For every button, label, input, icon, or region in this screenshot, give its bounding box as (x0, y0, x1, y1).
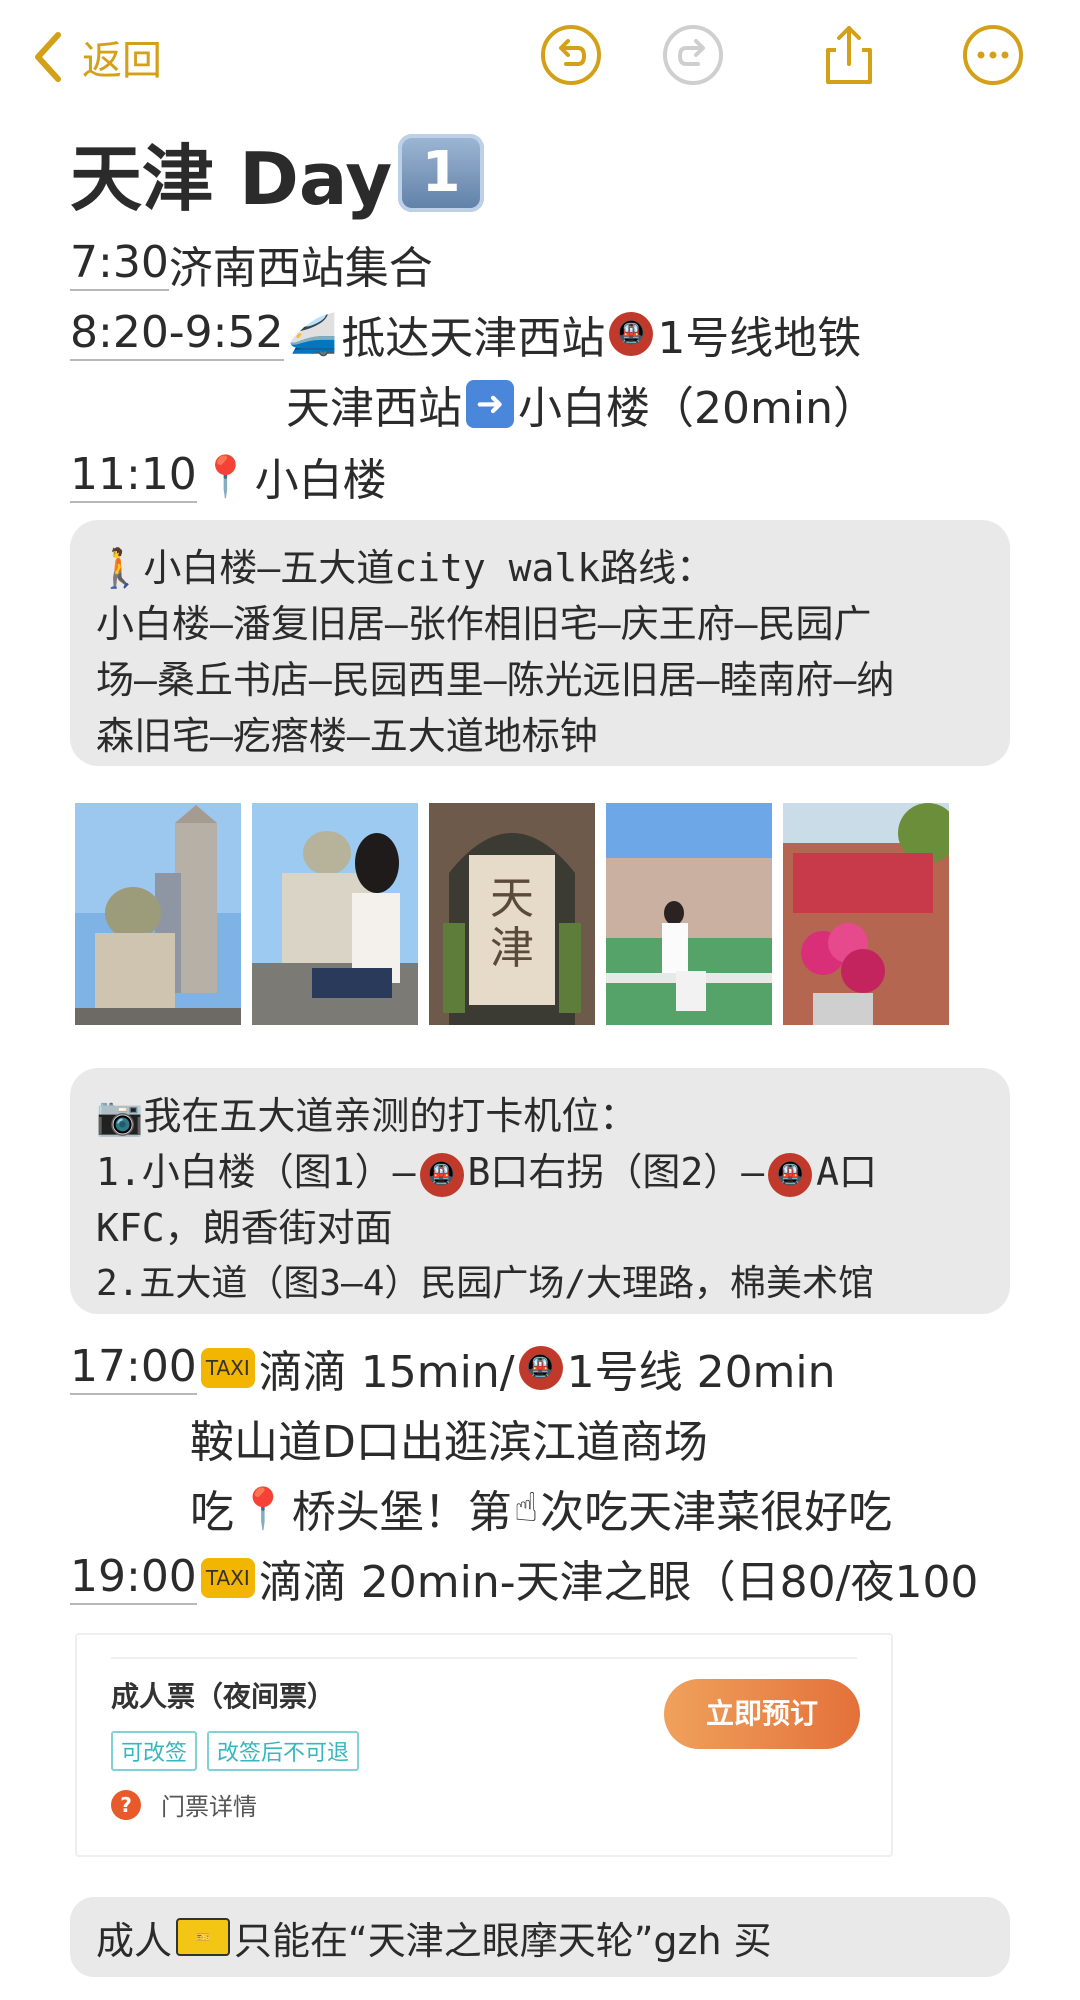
note-title[interactable]: 天津 Day 1 (70, 120, 485, 225)
share-button[interactable] (816, 22, 882, 88)
line-text: 济南西站集合 (168, 243, 433, 294)
metro-icon: 🚇 (768, 1152, 813, 1197)
time-link[interactable]: 19:00 (70, 1551, 197, 1605)
photo-3[interactable]: 天 津 (429, 803, 595, 1025)
walk-route-row: 场–桑丘书店–民园西里–陈光远旧居–睦南府–纳 (96, 658, 895, 702)
divider (111, 1657, 857, 1659)
time-link[interactable]: 17:00 (70, 1341, 197, 1395)
line-text: 小白楼（20min） (518, 383, 877, 434)
note-bottom-block[interactable]: 成人 🎫 只能在“天津之眼摩天轮”gzh 买 (70, 1897, 1010, 1977)
redo-button[interactable] (660, 22, 726, 88)
walk-route-row: 森旧宅–疙瘩楼–五大道地标钟 (96, 714, 598, 758)
metro-icon: 🚇 (518, 1346, 563, 1390)
svg-text:津: 津 (490, 923, 534, 974)
bullet-train-icon: 🚄 (287, 311, 338, 358)
line-text: 天津西站 (286, 383, 462, 434)
metro-icon: 🚇 (609, 312, 654, 356)
more-icon (963, 25, 1023, 85)
line-text: 滴滴 20min-天津之眼（日80/夜100 (258, 1557, 979, 1608)
pill-text: 成人 (96, 1918, 173, 1963)
photo-strip: 天 津 (75, 803, 951, 1025)
svg-text:天: 天 (490, 873, 534, 924)
pill-text: 只能在“天津之眼摩天轮”gzh 买 (234, 1918, 772, 1963)
back-button[interactable]: 返回 (28, 22, 162, 92)
taxi-icon: TAXI (200, 1348, 255, 1388)
photo-5[interactable] (783, 803, 949, 1025)
photo-1[interactable] (75, 803, 241, 1025)
photo-spots-row: KFC，朗香街对面 (96, 1206, 393, 1250)
photo-spots-row: 2.五大道（图3–4）民园广场/大理路，棉美术馆 (96, 1263, 875, 1304)
time-link[interactable]: 8:20-9:52 (70, 307, 284, 361)
nav-bar: 返回 (0, 0, 1080, 110)
pin-icon: 📍 (238, 1485, 288, 1532)
taxi-icon: TAXI (200, 1558, 255, 1598)
line-text: 桥头堡！第 (291, 1487, 512, 1538)
ticket-details-label: 门票详情 (161, 1793, 257, 1821)
share-icon (826, 26, 872, 84)
itinerary-line-2[interactable]: 8:20-9:52 🚄 抵达天津西站 🚇 1号线地铁 (70, 302, 861, 366)
line-text: 1号线地铁 (657, 313, 862, 364)
ticket-tag: 可改签 (111, 1731, 198, 1771)
photo-spots-heading: 📷我在五大道亲测的打卡机位： (96, 1088, 984, 1144)
walk-route-block[interactable]: 🚶小白楼–五大道city walk路线： 小白楼–潘复旧居–张作相旧宅–庆王府–… (70, 520, 1010, 766)
walk-route-heading: 🚶小白楼–五大道city walk路线： (96, 546, 715, 590)
itinerary-line-5[interactable]: 17:00 TAXI 滴滴 15min/ 🚇 1号线 20min (70, 1336, 836, 1400)
ticket-card-screenshot[interactable]: 成人票（夜间票） 可改签 改签后不可退 ? 门票详情 立即预订 (75, 1633, 893, 1857)
time-link[interactable]: 11:10 (70, 449, 197, 503)
photo-2[interactable] (252, 803, 418, 1025)
photo-spots-heading-text: 我在五大道亲测的打卡机位： (143, 1094, 638, 1138)
walk-route-row: 小白楼–潘复旧居–张作相旧宅–庆王府–民园广 (96, 602, 872, 646)
book-now-button: 立即预订 (664, 1679, 860, 1749)
note-title-text: 天津 Day (70, 137, 393, 221)
itinerary-line-6[interactable]: 鞍山道D口出逛滨江道商场 (190, 1406, 708, 1470)
line-text: 小白楼 (254, 455, 387, 506)
ticket-title: 成人票（夜间票） (111, 1680, 336, 1713)
photo-spots-block[interactable]: 📷我在五大道亲测的打卡机位： 1.小白楼（图1）– 🚇 B口右拐（图2）– 🚇 A口 K… (70, 1068, 1010, 1314)
itinerary-line-7[interactable]: 吃 📍 桥头堡！第 ☝ 次吃天津菜很好吃 (190, 1476, 892, 1540)
itinerary-line-3[interactable]: 天津西站 ➜ 小白楼（20min） (286, 372, 877, 436)
line-text: 次吃天津菜很好吃 (540, 1487, 893, 1538)
pin-icon: 📍 (200, 453, 251, 500)
time-link[interactable]: 7:30 (70, 237, 169, 291)
undo-icon (541, 25, 601, 85)
camera-icon: 📷 (96, 1094, 144, 1138)
line-text: 滴滴 15min/ (258, 1347, 515, 1398)
redo-icon (663, 25, 723, 85)
ticket-tag: 改签后不可退 (207, 1731, 360, 1771)
line-text: 抵达天津西站 (341, 313, 606, 364)
line-text: 1号线 20min (566, 1347, 836, 1398)
undo-button[interactable] (538, 22, 604, 88)
photo-spots-text: B口右拐（图2）– (467, 1150, 765, 1194)
line-text: 鞍山道D口出逛滨江道商场 (190, 1417, 708, 1468)
itinerary-line-8[interactable]: 19:00 TAXI 滴滴 20min-天津之眼（日80/夜100 (70, 1546, 978, 1610)
back-label: 返回 (82, 38, 162, 84)
more-button[interactable] (960, 22, 1026, 88)
photo-spots-row: 1.小白楼（图1）– 🚇 B口右拐（图2）– 🚇 A口 (96, 1144, 984, 1200)
question-icon: ? (111, 1789, 141, 1820)
right-arrow-icon: ➜ (466, 380, 514, 428)
ticket-tags: 可改签 改签后不可退 (111, 1731, 360, 1771)
ticket-icon: 🎫 (176, 1918, 231, 1956)
metro-icon: 🚇 (419, 1152, 464, 1197)
itinerary-line-1[interactable]: 7:30 济南西站集合 (70, 232, 433, 296)
index-up-icon: ☝ (513, 1485, 539, 1531)
itinerary-line-4[interactable]: 11:10 📍 小白楼 (70, 444, 387, 508)
photo-4[interactable] (606, 803, 772, 1025)
photo-spots-text: A口 (816, 1150, 878, 1194)
photo-spots-text: 1.小白楼（图1）– (96, 1150, 416, 1194)
line-text: 吃 (190, 1487, 234, 1538)
keycap-one-emoji: 1 (398, 133, 485, 212)
ticket-details-link: ? 门票详情 (111, 1787, 257, 1822)
chevron-left-icon (35, 32, 61, 82)
